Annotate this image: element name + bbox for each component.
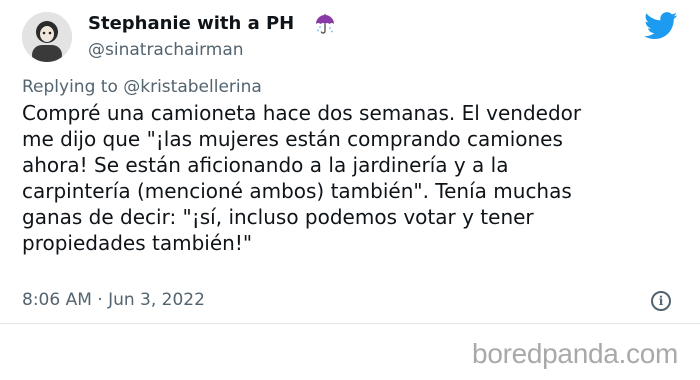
tweet-timestamp[interactable]: 8:06 AM · Jun 3, 2022 (22, 290, 205, 310)
tweet-text-line: ahora! Se están aficionando a la jardine… (22, 153, 509, 177)
tweet-text-line: Compré una camioneta hace dos semanas. E… (22, 101, 582, 125)
reply-context: Replying to @kristabellerina (22, 77, 262, 97)
tweet-card: Stephanie with a PH @sinatrachairman Rep… (0, 0, 700, 380)
tweet-text-line: ganas de decir: "¡sí, incluso podemos vo… (22, 205, 534, 229)
info-icon[interactable]: i (651, 291, 671, 311)
twitter-bird-icon[interactable] (644, 12, 678, 40)
tweet-text-line: me dijo que "¡las mujeres están comprand… (22, 127, 563, 151)
reply-prefix: Replying to (22, 77, 124, 97)
reply-user-link[interactable]: @kristabellerina (123, 77, 262, 97)
avatar[interactable] (22, 12, 72, 62)
umbrella-icon (316, 13, 334, 34)
display-name[interactable]: Stephanie with a PH (88, 13, 294, 34)
tweet-text-line: propiedades también!" (22, 231, 253, 255)
divider (0, 323, 700, 324)
tweet-text-line: carpintería (mencioné ambos) también". T… (22, 179, 572, 203)
watermark: boredpanda.com (472, 338, 678, 369)
user-handle[interactable]: @sinatrachairman (88, 40, 244, 60)
tweet-text: Compré una camioneta hace dos semanas. E… (22, 100, 682, 256)
